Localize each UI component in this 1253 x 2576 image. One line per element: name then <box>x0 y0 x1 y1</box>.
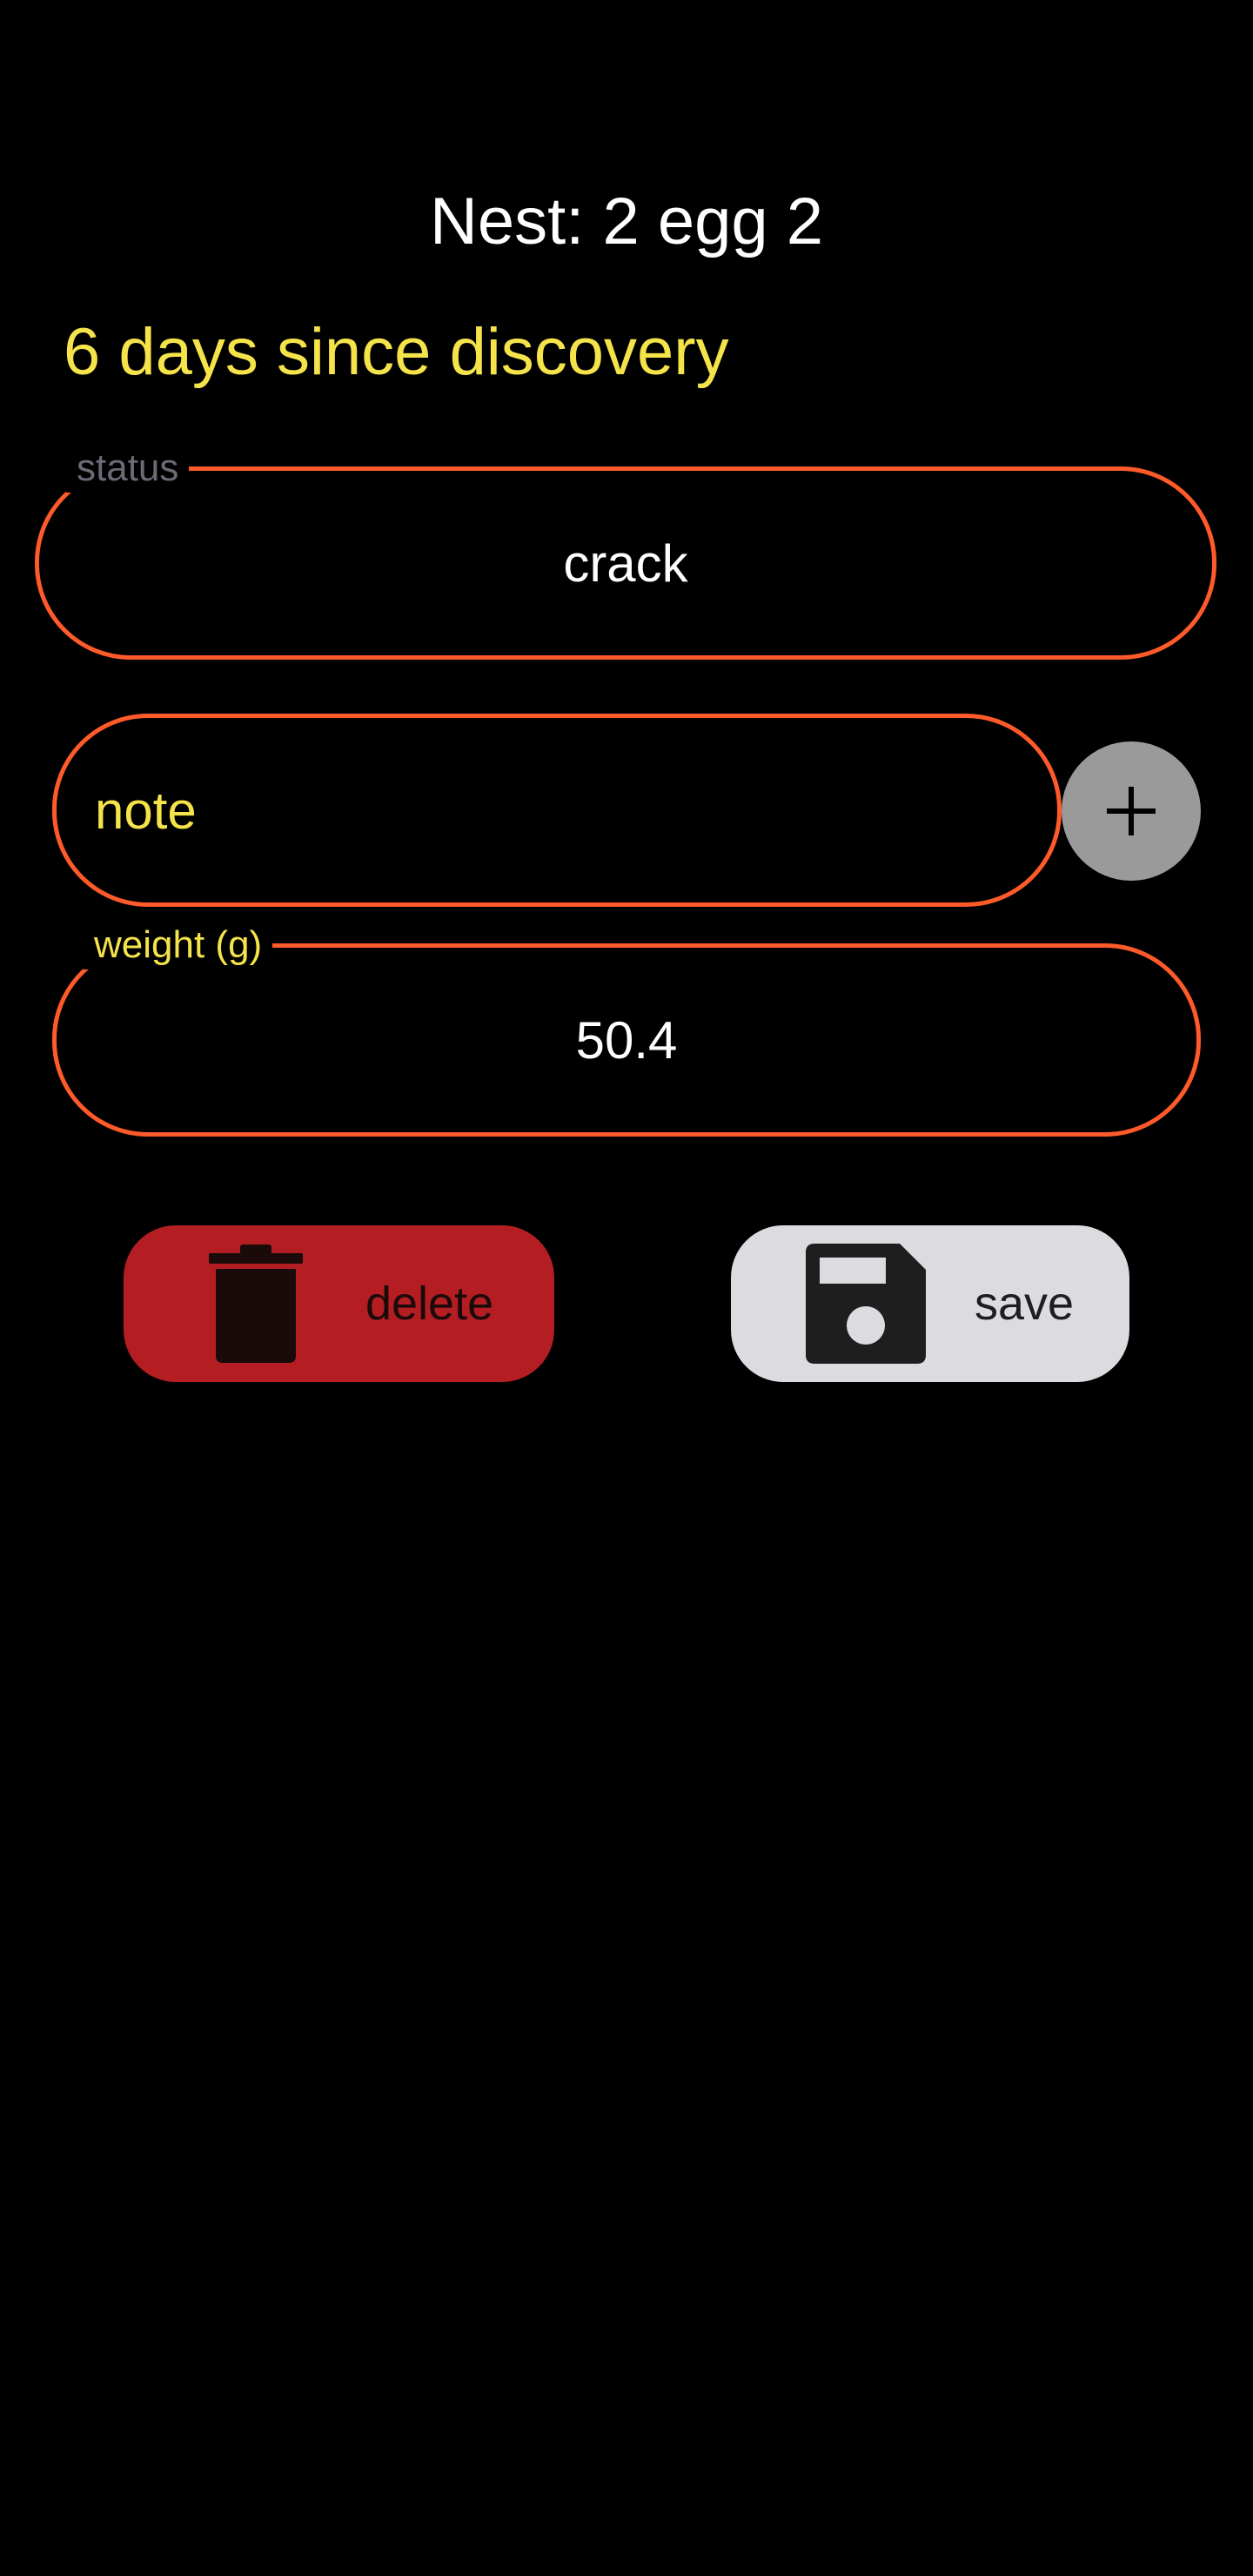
save-label: save <box>975 1278 1075 1330</box>
add-note-button[interactable] <box>1062 741 1201 881</box>
delete-button[interactable]: delete <box>124 1225 554 1382</box>
floppy-disk-icon <box>806 1244 926 1364</box>
status-label: status <box>66 444 190 493</box>
delete-label: delete <box>365 1278 494 1330</box>
note-input[interactable]: note <box>95 718 1019 902</box>
weight-value: 50.4 <box>575 1010 678 1070</box>
status-field[interactable]: crack <box>35 466 1216 660</box>
page-title: Nest: 2 egg 2 <box>429 184 824 258</box>
status-value: crack <box>563 533 688 593</box>
weight-label: weight (g) <box>84 921 273 969</box>
save-button[interactable]: save <box>731 1225 1129 1382</box>
days-since-discovery-text: 6 days since discovery <box>64 315 729 389</box>
weight-field[interactable]: 50.4 <box>52 943 1201 1137</box>
note-field[interactable]: note <box>52 714 1062 907</box>
trash-icon <box>209 1244 303 1363</box>
plus-icon <box>1107 787 1156 835</box>
